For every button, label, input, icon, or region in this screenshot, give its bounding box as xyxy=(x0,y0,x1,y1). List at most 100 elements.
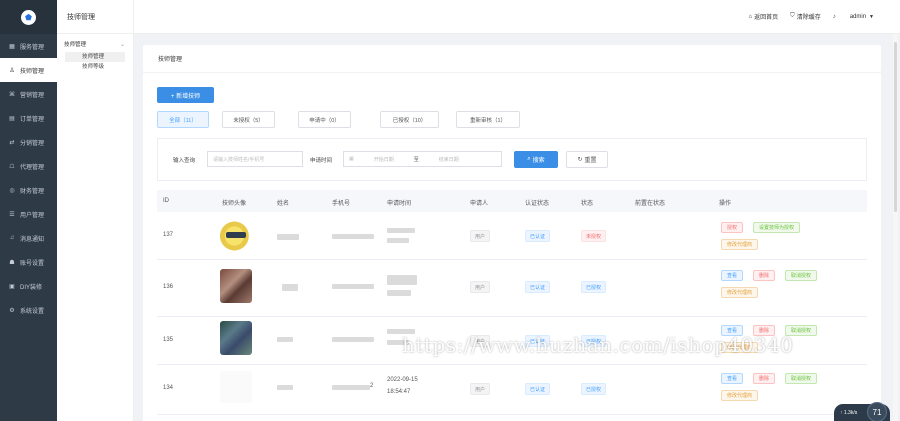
sidebar-item-label: 系统设置 xyxy=(20,308,45,315)
sidebar-item-5[interactable]: ☖ 代理管理 xyxy=(0,154,57,178)
sub-sidebar-title: 技师管理 xyxy=(57,0,133,34)
end-date[interactable]: 结束日期 xyxy=(439,156,459,163)
col-apply-time: 申请时间 xyxy=(387,201,412,207)
main-sidebar: ⬟ ▦ 服务管理 ♙ 技师管理 ⌘ 营销管理 ▤ 订单管理 ⇄ 分销管理 ☖ 代理管理 ◎ 财务管理 ☰ 用户… xyxy=(0,0,57,421)
cancel-auth-button[interactable]: 取消授权 xyxy=(785,270,818,281)
notification-bell[interactable]: ♪ xyxy=(833,14,838,20)
row-id: 135 xyxy=(163,337,174,343)
avatar xyxy=(220,269,252,303)
col-pre-status: 前置在状态 xyxy=(635,201,666,207)
grid-icon: ▦ xyxy=(9,43,15,50)
tab-authorized[interactable]: 已授权（10） xyxy=(380,111,439,128)
filter-panel: 输入查询 请输入技师姓名/手机号 申请时间 ▦ 开始日期 至 结束日期 ⌕ 搜索… xyxy=(157,138,867,181)
home-link[interactable]: ⌂ 返回首页 xyxy=(748,12,779,22)
tab-reaudit[interactable]: 重新审核（1） xyxy=(456,111,520,128)
col-actions: 操作 xyxy=(719,201,732,207)
table-row: 137 用户 已认证 未授权 授权 设置技师为授权 修改代理商 xyxy=(157,212,867,260)
network-speed-widget[interactable]: ↑ 1.3k/s 71 xyxy=(834,402,890,421)
row-id: 136 xyxy=(163,284,174,290)
home-label: 返回首页 xyxy=(754,15,779,21)
change-agent-button[interactable]: 修改代理商 xyxy=(721,287,759,298)
sidebar-item-label: 用户管理 xyxy=(20,212,45,219)
sidebar-item-10[interactable]: ▣ DIY装修 xyxy=(0,274,57,298)
tab-unauthorized[interactable]: 未授权（5） xyxy=(222,111,275,128)
sub-sidebar-item-level[interactable]: 技师等级 xyxy=(65,62,125,72)
authorize-button[interactable]: 授权 xyxy=(721,222,744,233)
apply-time: 18:54:47 xyxy=(387,389,411,395)
chevron-down-icon: ⌄ xyxy=(119,41,125,48)
clear-cache-link[interactable]: ⛉ 清除缓存 xyxy=(790,12,821,21)
search-icon: ⌕ xyxy=(527,156,531,162)
sidebar-item-label: 消息通知 xyxy=(20,236,45,243)
search-input[interactable]: 请输入技师姓名/手机号 xyxy=(207,151,303,167)
view-button[interactable]: 查看 xyxy=(721,373,744,384)
logo[interactable]: ⬟ xyxy=(0,0,57,34)
set-authorized-button[interactable]: 设置技师为授权 xyxy=(753,222,801,233)
top-header: ⌂ 返回首页 ⛉ 清除缓存 ♪ admin ▼ xyxy=(134,0,900,34)
delete-button[interactable]: 删除 xyxy=(753,373,776,384)
sidebar-item-0[interactable]: ▦ 服务管理 xyxy=(0,34,57,58)
sub-sidebar: 技师管理 技师管理 ⌄ 技师管理 技师等级 xyxy=(57,0,134,421)
bell-icon: ♪ xyxy=(832,13,836,20)
phone-redacted xyxy=(332,337,374,342)
col-id: ID xyxy=(163,198,169,204)
status-badge: 未授权 xyxy=(581,230,607,242)
finance-icon: ◎ xyxy=(9,187,15,194)
apply-time-label: 申请时间 xyxy=(310,158,333,164)
home-icon: ⌂ xyxy=(748,13,753,20)
date-redacted xyxy=(387,228,415,233)
name-redacted xyxy=(277,385,293,390)
sidebar-item-4[interactable]: ⇄ 分销管理 xyxy=(0,130,57,154)
sidebar-item-1[interactable]: ♙ 技师管理 xyxy=(0,58,57,82)
sidebar-item-2[interactable]: ⌘ 营销管理 xyxy=(0,82,57,106)
sidebar-item-6[interactable]: ◎ 财务管理 xyxy=(0,178,57,202)
tab-applying[interactable]: 申请中（0） xyxy=(298,111,351,128)
sidebar-item-label: 代理管理 xyxy=(20,164,45,171)
user-icon: ♙ xyxy=(9,67,15,74)
name-redacted xyxy=(282,284,298,291)
share-icon: ⇄ xyxy=(9,139,15,146)
gear-icon: ⚙ xyxy=(9,307,15,314)
diy-icon: ▣ xyxy=(9,283,15,290)
watermark-text: https://www.huzhan.com/ishop40340 xyxy=(402,333,794,357)
agent-icon: ☖ xyxy=(9,163,15,170)
col-applicant: 申请人 xyxy=(470,201,489,207)
col-name: 姓名 xyxy=(277,201,290,207)
logo-icon: ⬟ xyxy=(21,9,36,25)
phone-redacted xyxy=(332,284,374,289)
user-menu[interactable]: admin ▼ xyxy=(850,14,874,20)
sidebar-item-11[interactable]: ⚙ 系统设置 xyxy=(0,298,57,322)
users-icon: ☰ xyxy=(9,211,15,218)
sidebar-item-label: 财务管理 xyxy=(20,188,45,195)
sub-sidebar-group[interactable]: 技师管理 ⌄ xyxy=(57,34,133,52)
delete-button[interactable]: 删除 xyxy=(753,270,776,281)
scrollbar-thumb[interactable] xyxy=(894,42,897,212)
search-button[interactable]: ⌕ 搜索 xyxy=(514,151,558,168)
reset-button[interactable]: ↻ 重置 xyxy=(566,151,608,168)
sidebar-item-3[interactable]: ▤ 订单管理 xyxy=(0,106,57,130)
bell-icon: ♫ xyxy=(9,235,15,241)
change-agent-button[interactable]: 修改代理商 xyxy=(721,239,759,250)
sidebar-item-label: 技师管理 xyxy=(20,68,45,75)
reset-button-label: 重置 xyxy=(584,158,597,164)
sidebar-item-8[interactable]: ♫ 消息通知 xyxy=(0,226,57,250)
time-redacted xyxy=(387,238,409,243)
sidebar-item-label: DIY装修 xyxy=(20,284,43,291)
col-phone: 手机号 xyxy=(332,201,351,207)
sidebar-item-7[interactable]: ☰ 用户管理 xyxy=(0,202,57,226)
tab-all[interactable]: 全部（11） xyxy=(157,111,209,128)
sidebar-item-9[interactable]: ☗ 账号设置 xyxy=(0,250,57,274)
range-separator: 至 xyxy=(413,156,419,163)
avatar xyxy=(220,220,252,252)
date-redacted xyxy=(387,275,417,285)
cancel-auth-button[interactable]: 取消授权 xyxy=(785,373,818,384)
sidebar-item-label: 订单管理 xyxy=(20,116,45,123)
sub-sidebar-item-technician[interactable]: 技师管理 xyxy=(65,52,125,62)
start-date[interactable]: 开始日期 xyxy=(374,156,394,163)
change-agent-button[interactable]: 修改代理商 xyxy=(721,390,759,401)
date-range-picker[interactable]: ▦ 开始日期 至 结束日期 xyxy=(343,151,502,167)
view-button[interactable]: 查看 xyxy=(721,270,744,281)
account-icon: ☗ xyxy=(9,259,15,266)
add-technician-button[interactable]: + 新增技师 xyxy=(157,87,214,103)
name-redacted xyxy=(277,337,293,342)
